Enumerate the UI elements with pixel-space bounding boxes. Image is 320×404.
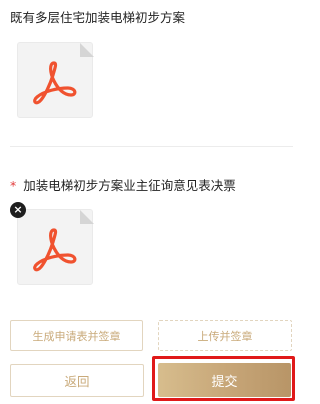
generate-and-sign-button[interactable]: 生成申请表并签章 xyxy=(10,320,143,351)
submit-button[interactable]: 提交 xyxy=(158,363,291,397)
upload-and-sign-button[interactable]: 上传并签章 xyxy=(158,320,292,351)
section-divider xyxy=(10,146,293,147)
section-2-title: 加装电梯初步方案业主征询意见表决票 xyxy=(23,178,236,193)
pdf-file-icon xyxy=(33,43,94,105)
pdf-attachment-2[interactable] xyxy=(17,209,94,285)
delete-attachment-button[interactable]: × xyxy=(10,202,26,218)
section-1-title: 既有多层住宅加装电梯初步方案 xyxy=(10,10,186,25)
section-2-title-row: * 加装电梯初步方案业主征询意见表决票 xyxy=(10,175,236,194)
pdf-file-icon xyxy=(33,210,94,272)
pdf-attachment-1[interactable] xyxy=(17,42,94,118)
back-button[interactable]: 返回 xyxy=(10,364,144,397)
required-asterisk: * xyxy=(10,178,17,193)
